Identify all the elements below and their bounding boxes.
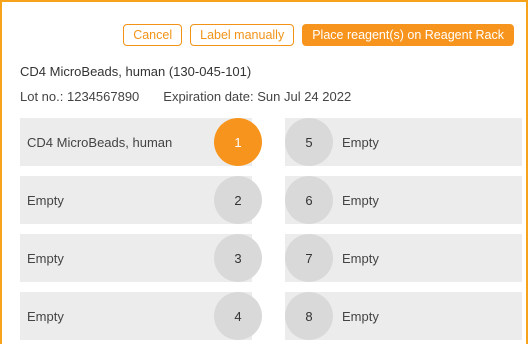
rack-row: Empty 4 Empty 8 [20, 292, 522, 340]
cancel-button[interactable]: Cancel [123, 24, 183, 46]
toolbar: Cancel Label manually Place reagent(s) o… [123, 24, 514, 46]
rack-row: Empty 2 Empty 6 [20, 176, 522, 224]
lot-number: Lot no.: 1234567890 [20, 89, 140, 104]
reagent-product-name: CD4 MicroBeads, human (130-045-101) [20, 64, 252, 79]
rack-row: CD4 MicroBeads, human 1 Empty 5 [20, 118, 522, 166]
rack-slot-5[interactable]: 5 [285, 118, 333, 166]
rack-slot-6[interactable]: 6 [285, 176, 333, 224]
rack-slot-4[interactable]: 4 [214, 292, 262, 340]
rack-slot-1[interactable]: 1 [214, 118, 262, 166]
reagent-dialog: Cancel Label manually Place reagent(s) o… [0, 0, 528, 344]
place-on-rack-button[interactable]: Place reagent(s) on Reagent Rack [302, 24, 514, 46]
rack-slot-7[interactable]: 7 [285, 234, 333, 282]
expiration-date: Expiration date: Sun Jul 24 2022 [163, 89, 352, 104]
label-manually-button[interactable]: Label manually [190, 24, 295, 46]
reagent-rack: CD4 MicroBeads, human 1 Empty 5 Empty 2 … [20, 118, 522, 350]
rack-slot-8[interactable]: 8 [285, 292, 333, 340]
rack-slot-3[interactable]: 3 [214, 234, 262, 282]
rack-slot-2[interactable]: 2 [214, 176, 262, 224]
reagent-lot-line: Lot no.: 1234567890 Expiration date: Sun… [20, 89, 351, 104]
rack-row: Empty 3 Empty 7 [20, 234, 522, 282]
